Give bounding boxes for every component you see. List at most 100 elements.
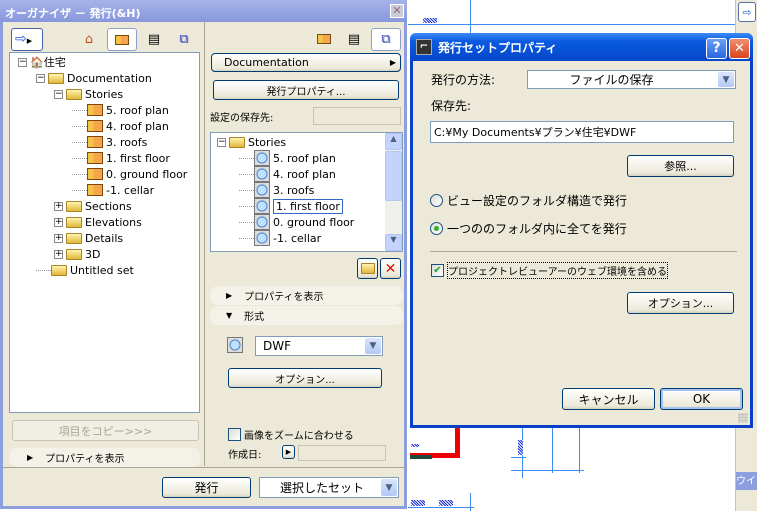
delete-button[interactable]: ✕ [380, 258, 401, 279]
expand-icon[interactable]: + [54, 201, 63, 211]
include-viewer-checkbox[interactable]: ✔ プロジェクトレビューアーのウェブ環境を含める [431, 262, 668, 279]
tree-item[interactable]: − Documentation [36, 70, 152, 86]
tree-item[interactable]: -1. cellar [239, 230, 321, 246]
publish-scope-select[interactable]: 選択したセット ▼ [259, 477, 399, 498]
radio-folder-structure-label: ビュー設定のフォルダ構造で発行 [447, 194, 628, 208]
expand-icon[interactable]: + [54, 233, 63, 243]
story-icon [87, 168, 103, 180]
tree-item[interactable]: + Details [54, 230, 123, 246]
publisher-sets-icon-right[interactable]: ⧉ [371, 28, 401, 51]
publish-mode-button[interactable]: ⇨▶ [11, 28, 43, 51]
folder-icon [66, 232, 82, 244]
story-icon [87, 136, 103, 148]
right-show-properties-toggle[interactable]: ▶ プロパティを表示 [210, 286, 403, 305]
tree-item[interactable]: − Stories [54, 86, 123, 102]
close-button[interactable]: ✕ [390, 4, 404, 18]
dialog-title: 発行セットプロパティ [438, 40, 558, 55]
destination-input[interactable] [430, 121, 734, 143]
method-select[interactable]: ファイルの保存 ▼ [527, 70, 736, 89]
tree-item[interactable]: 0. ground floor [239, 214, 354, 230]
story-icon [87, 152, 103, 164]
view-map-icon-right[interactable] [313, 29, 335, 49]
dwf-view-icon [254, 182, 270, 198]
right-tree-scrollbar[interactable]: ▲ ▼ [385, 133, 402, 251]
folder-icon [66, 200, 82, 212]
fit-zoom-checkbox[interactable]: 画像をズームに合わせる [228, 427, 354, 442]
layout-book-icon[interactable]: ▤ [143, 29, 165, 49]
scroll-down-button[interactable]: ▼ [385, 234, 402, 251]
dwf-format-icon [227, 337, 243, 353]
left-tree[interactable]: − 🏠 住宅 − Documentation − Stories 5. roof plan 4.… [9, 52, 200, 413]
format-select[interactable]: DWF ▼ [255, 336, 383, 356]
layout-book-icon-right[interactable]: ▤ [343, 29, 365, 49]
destination-label: 保存先: [431, 99, 472, 113]
side-panel-title: ウイ [736, 472, 757, 490]
tree-item[interactable]: -1. cellar [72, 182, 154, 198]
tree-item-label: Documentation [67, 71, 152, 85]
format-section-label: 形式 [244, 312, 265, 323]
tree-item[interactable]: 3. roofs [239, 182, 314, 198]
collapse-icon[interactable]: − [217, 137, 226, 147]
tree-item-label: Sections [85, 199, 132, 213]
format-section-toggle[interactable]: ▼ 形式 [210, 306, 403, 325]
dwf-view-icon [254, 166, 270, 182]
left-show-properties-toggle[interactable]: ▶ プロパティを表示 [9, 448, 200, 467]
right-tree[interactable]: ▲ ▼ − Stories 5. roof plan 4. roof plan 3. r… [210, 132, 403, 252]
tree-item[interactable]: 4. roof plan [239, 166, 336, 182]
format-options-button[interactable]: オプション... [228, 368, 382, 388]
tree-item[interactable]: 3. roofs [72, 134, 147, 150]
radio-single-folder[interactable]: 一つののフォルダ内に全てを発行 [430, 220, 627, 237]
tree-item-label: 3. roofs [273, 183, 315, 197]
dwf-view-icon [254, 198, 270, 214]
dialog-title-bar[interactable]: ⌐ 発行セットプロパティ ? ✕ [410, 33, 753, 61]
tree-item-label: 0. ground floor [273, 215, 355, 229]
project-map-icon[interactable]: ⌂ [78, 29, 100, 49]
publisher-sets-icon[interactable]: ⧉ [173, 29, 195, 49]
tree-item[interactable]: 4. roof plan [72, 118, 169, 134]
cancel-button[interactable]: キャンセル [562, 388, 655, 410]
tree-item[interactable]: + Sections [54, 198, 132, 214]
tree-item-label: 4. roof plan [106, 119, 169, 133]
scroll-up-button[interactable]: ▲ [385, 133, 402, 150]
set-selector-button[interactable]: Documentation ▶ [211, 53, 401, 72]
tree-line [72, 190, 87, 191]
created-date-field [298, 445, 386, 461]
collapse-icon[interactable]: − [54, 89, 63, 99]
dwf-view-icon [254, 150, 270, 166]
created-date-menu-button[interactable]: ▶ [282, 445, 295, 459]
checkbox-icon [228, 428, 241, 441]
resize-grip-icon[interactable] [738, 413, 748, 423]
chevron-down-icon: ▼ [365, 338, 381, 354]
dialog-close-button[interactable]: ✕ [729, 38, 750, 59]
collapse-icon[interactable]: − [36, 73, 45, 83]
ok-button[interactable]: OK [660, 388, 743, 410]
left-show-properties-label: プロパティを表示 [45, 454, 125, 465]
tree-item[interactable]: +3D [54, 246, 100, 262]
tree-item[interactable]: − 🏠 住宅 [18, 54, 66, 70]
tree-item[interactable]: − Stories [217, 134, 286, 150]
tree-item[interactable]: 1. first floor [239, 198, 343, 214]
tree-item[interactable]: 0. ground floor [72, 166, 187, 182]
organizer-title-bar[interactable]: オーガナイザ － 発行(&H) ✕ [0, 0, 407, 22]
tree-item[interactable]: 5. roof plan [239, 150, 336, 166]
scroll-thumb[interactable] [385, 151, 402, 201]
expand-icon[interactable]: + [54, 217, 63, 227]
tree-item[interactable]: + Elevations [54, 214, 142, 230]
browse-button[interactable]: 参照... [627, 155, 734, 177]
checkmark-icon: ✔ [431, 264, 444, 277]
tree-item[interactable]: 5. roof plan [72, 102, 169, 118]
new-folder-button[interactable] [357, 258, 378, 279]
view-map-icon[interactable] [107, 28, 137, 51]
dialog-options-button[interactable]: オプション... [627, 292, 734, 314]
publish-icon[interactable]: ⇨ [738, 2, 756, 22]
tree-item[interactable]: 1. first floor [72, 150, 170, 166]
help-button[interactable]: ? [706, 38, 727, 59]
created-date-label: 作成日: [228, 450, 262, 461]
collapse-icon[interactable]: − [18, 57, 27, 67]
radio-folder-structure[interactable]: ビュー設定のフォルダ構造で発行 [430, 192, 627, 209]
copy-items-button[interactable]: 項目をコピー>>> [12, 420, 199, 441]
tree-item[interactable]: Untitled set [36, 262, 134, 278]
publish-button[interactable]: 発行 [162, 477, 251, 498]
expand-icon[interactable]: + [54, 249, 63, 259]
publish-properties-button[interactable]: 発行プロパティ... [213, 80, 399, 100]
